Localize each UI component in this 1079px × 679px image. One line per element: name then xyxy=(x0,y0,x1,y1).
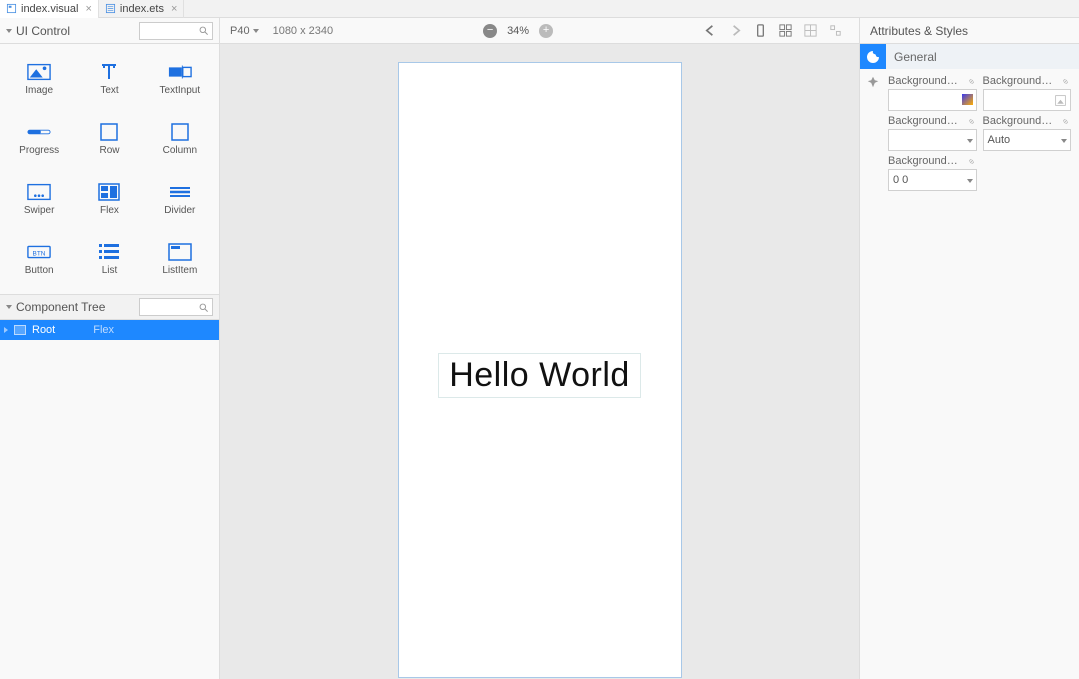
collapse-icon[interactable] xyxy=(6,29,12,33)
tree-node-root[interactable]: Root Flex xyxy=(0,320,219,340)
attributes-header: Attributes & Styles xyxy=(860,18,1079,44)
attr-label: BackgroundI... xyxy=(888,115,958,127)
control-palette: Image Text TextInput Progress Row xyxy=(0,44,219,294)
redo-button[interactable] xyxy=(728,23,743,38)
divider-icon xyxy=(168,185,192,199)
attr-label: BackgroundI... xyxy=(983,115,1053,127)
textinput-icon xyxy=(168,65,192,79)
chevron-down-icon xyxy=(967,139,973,143)
link-icon[interactable] xyxy=(966,76,977,87)
left-panel: UI Control Image Text TextInpu xyxy=(0,18,220,679)
search-icon xyxy=(198,25,209,36)
text-icon xyxy=(99,62,119,82)
search-icon xyxy=(198,302,209,313)
zoom-out-button[interactable]: − xyxy=(483,24,497,38)
link-icon[interactable] xyxy=(966,156,977,167)
tree-node-label: Root xyxy=(32,324,55,336)
background-image-size-input[interactable] xyxy=(888,129,977,151)
file-icon xyxy=(6,3,17,14)
swiper-icon xyxy=(27,183,51,201)
row-icon xyxy=(99,122,119,142)
preview-text: Hello World xyxy=(449,356,630,395)
tab-index-visual[interactable]: index.visual × xyxy=(0,0,99,18)
device-frame[interactable]: Hello World xyxy=(398,62,682,678)
settings-button[interactable] xyxy=(828,23,843,38)
control-list[interactable]: List xyxy=(74,232,144,286)
node-icon xyxy=(14,325,26,335)
right-panel: Attributes & Styles General BackgroundC.… xyxy=(859,18,1079,679)
control-search-input[interactable] xyxy=(139,22,213,40)
zoom-controls: − 34% + xyxy=(483,24,553,38)
zoom-in-button[interactable]: + xyxy=(539,24,553,38)
svg-text:BTN: BTN xyxy=(33,250,46,257)
background-color-input[interactable] xyxy=(888,89,977,111)
tab-label: index.ets xyxy=(120,3,164,15)
canvas-dimensions: 1080 x 2340 xyxy=(273,25,334,37)
tree-node-type: Flex xyxy=(93,324,114,336)
section-title[interactable]: General xyxy=(886,44,1079,69)
component-tree-header: Component Tree xyxy=(0,294,219,320)
control-column[interactable]: Column xyxy=(145,112,215,166)
expand-arrow-icon[interactable] xyxy=(4,327,8,333)
background-image-input[interactable] xyxy=(983,89,1072,111)
control-divider[interactable]: Divider xyxy=(145,172,215,226)
chevron-down-icon xyxy=(253,29,259,33)
flex-icon xyxy=(98,183,120,201)
attr-label: BackgroundI... xyxy=(888,155,958,167)
link-icon[interactable] xyxy=(966,116,977,127)
chevron-down-icon xyxy=(967,179,973,183)
background-image-position-input[interactable]: 0 0 xyxy=(888,169,977,191)
attr-label: BackgroundI... xyxy=(983,75,1053,87)
pin-icon[interactable] xyxy=(866,75,880,89)
device-selector[interactable]: P40 xyxy=(230,25,259,37)
undo-button[interactable] xyxy=(703,23,718,38)
zoom-level: 34% xyxy=(507,25,529,37)
close-icon[interactable]: × xyxy=(85,3,91,15)
chevron-down-icon xyxy=(1061,139,1067,143)
column-icon xyxy=(170,122,190,142)
link-icon[interactable] xyxy=(1060,116,1071,127)
orientation-button[interactable] xyxy=(753,23,768,38)
ui-control-title: UI Control xyxy=(16,24,70,38)
control-flex[interactable]: Flex xyxy=(74,172,144,226)
collapse-icon[interactable] xyxy=(6,305,12,309)
control-progress[interactable]: Progress xyxy=(4,112,74,166)
editor-tabs: index.visual × index.ets × xyxy=(0,0,1079,18)
canvas-toolbar: P40 1080 x 2340 − 34% + xyxy=(220,18,859,44)
canvas-area: P40 1080 x 2340 − 34% + xyxy=(220,18,859,679)
image-picker-icon xyxy=(1054,94,1067,107)
control-swiper[interactable]: Swiper xyxy=(4,172,74,226)
image-icon xyxy=(27,63,51,81)
control-image[interactable]: Image xyxy=(4,52,74,106)
component-tree-title: Component Tree xyxy=(16,300,105,314)
list-icon xyxy=(98,243,120,261)
link-icon[interactable] xyxy=(1060,76,1071,87)
color-swatch xyxy=(962,94,973,105)
layout-button[interactable] xyxy=(778,23,793,38)
control-textinput[interactable]: TextInput xyxy=(145,52,215,106)
ui-control-header: UI Control xyxy=(0,18,219,44)
control-button[interactable]: BTN Button xyxy=(4,232,74,286)
tab-label: index.visual xyxy=(21,3,78,15)
preview-text-element[interactable]: Hello World xyxy=(438,353,641,398)
control-listitem[interactable]: ListItem xyxy=(145,232,215,286)
tree-search-input[interactable] xyxy=(139,298,213,316)
attributes-grid: BackgroundC... BackgroundI... xyxy=(886,69,1079,197)
control-row[interactable]: Row xyxy=(74,112,144,166)
close-icon[interactable]: × xyxy=(171,3,177,15)
file-icon xyxy=(105,3,116,14)
background-image-repeat-input[interactable]: Auto xyxy=(983,129,1072,151)
button-icon: BTN xyxy=(27,244,51,260)
palette-icon xyxy=(865,49,881,65)
section-general-icon[interactable] xyxy=(860,44,886,69)
tab-index-ets[interactable]: index.ets × xyxy=(99,0,184,18)
canvas-viewport[interactable]: Hello World xyxy=(220,44,859,679)
control-text[interactable]: Text xyxy=(74,52,144,106)
progress-icon xyxy=(27,128,51,136)
listitem-icon xyxy=(168,243,192,261)
attr-label: BackgroundC... xyxy=(888,75,958,87)
grid-button[interactable] xyxy=(803,23,818,38)
